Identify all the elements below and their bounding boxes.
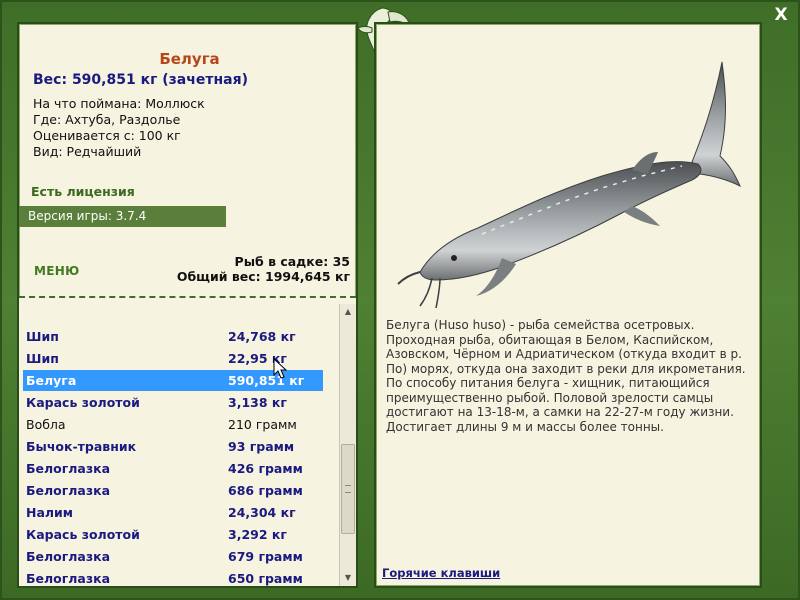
rarity-info: Вид: Редчайший bbox=[33, 144, 142, 159]
license-status: Есть лицензия bbox=[31, 184, 135, 199]
catch-list[interactable]: Шип 24,768 кг Шип 22,95 кг Белуга 590,851 кг К… bbox=[19, 298, 356, 586]
row-fish-name: Белуга bbox=[26, 373, 77, 388]
fish-weight: Вес: 590,851 кг (зачетная) bbox=[33, 72, 248, 88]
catch-list-row[interactable]: Бычок-травник 93 грамм bbox=[23, 436, 323, 457]
location-info: Где: Ахтуба, Раздолье bbox=[33, 112, 181, 127]
total-weight: Общий вес: 1994,645 кг bbox=[176, 269, 350, 284]
fish-name: Белуга bbox=[159, 50, 220, 68]
catch-list-row[interactable]: Белоглазка 686 грамм bbox=[23, 480, 323, 501]
row-fish-name: Шип bbox=[26, 351, 59, 366]
row-fish-name: Вобла bbox=[26, 417, 66, 432]
catch-stats: Рыб в садке: 35 Общий вес: 1994,645 кг bbox=[177, 254, 350, 284]
row-fish-weight: 3,292 кг bbox=[228, 527, 287, 542]
row-fish-name: Шип bbox=[26, 329, 59, 344]
fish-count: Рыб в садке: 35 bbox=[234, 254, 350, 269]
row-fish-name: Карась золотой bbox=[26, 527, 140, 542]
menu-button[interactable]: МЕНЮ bbox=[34, 264, 79, 278]
catch-list-row[interactable]: Белоглазка 426 грамм bbox=[23, 458, 323, 479]
beluga-fish-image bbox=[397, 61, 741, 309]
catch-list-row[interactable]: Налим 24,304 кг bbox=[23, 502, 323, 523]
hotkeys-link[interactable]: Горячие клавиши bbox=[382, 566, 500, 580]
scrollbar-thumb[interactable] bbox=[341, 444, 355, 534]
row-fish-name: Белоглазка bbox=[26, 549, 111, 564]
row-fish-weight: 24,768 кг bbox=[228, 329, 296, 344]
arrow-up-icon[interactable]: ▲ bbox=[340, 304, 356, 320]
row-fish-name: Белоглазка bbox=[26, 483, 111, 498]
scrollbar[interactable]: ▲ ▼ bbox=[339, 304, 356, 586]
catch-list-row[interactable]: Карась золотой 3,292 кг bbox=[23, 524, 323, 545]
row-fish-name: Карась золотой bbox=[26, 395, 140, 410]
fish-description: Белуга (Huso huso) - рыба семейства осет… bbox=[386, 318, 746, 434]
mouse-cursor-icon bbox=[273, 358, 287, 379]
row-fish-weight: 679 грамм bbox=[228, 549, 303, 564]
row-fish-name: Белоглазка bbox=[26, 461, 111, 476]
row-fish-weight: 3,138 кг bbox=[228, 395, 287, 410]
row-fish-weight: 686 грамм bbox=[228, 483, 303, 498]
arrow-down-icon[interactable]: ▼ bbox=[340, 570, 356, 586]
row-fish-name: Налим bbox=[26, 505, 74, 520]
grip-icon bbox=[345, 485, 351, 493]
bait-info: На что поймана: Моллюск bbox=[33, 96, 205, 111]
catch-list-row[interactable]: Карась золотой 3,138 кг bbox=[23, 392, 323, 413]
row-fish-weight: 426 грамм bbox=[228, 461, 303, 476]
close-icon[interactable]: X bbox=[772, 6, 790, 24]
row-fish-weight: 93 грамм bbox=[228, 439, 295, 454]
fish-info-panel: Белуга Вес: 590,851 кг (зачетная) На что… bbox=[17, 22, 358, 588]
row-fish-weight: 24,304 кг bbox=[228, 505, 296, 520]
catch-list-row[interactable]: Белоглазка 679 грамм bbox=[23, 546, 323, 567]
row-fish-weight: 650 грамм bbox=[228, 571, 303, 586]
row-fish-name: Бычок-травник bbox=[26, 439, 137, 454]
version-bar: Версия игры: 3.7.4 bbox=[19, 206, 226, 227]
catch-list-row[interactable]: Вобла 210 грамм bbox=[23, 414, 323, 435]
row-fish-name: Белоглазка bbox=[26, 571, 111, 586]
row-fish-weight: 590,851 кг bbox=[228, 373, 305, 388]
score-info: Оценивается с: 100 кг bbox=[33, 128, 181, 143]
catch-list-row[interactable]: Белоглазка 650 грамм bbox=[23, 568, 323, 586]
row-fish-weight: 210 грамм bbox=[228, 417, 297, 432]
catch-list-row[interactable]: Шип 24,768 кг bbox=[23, 326, 323, 347]
fish-detail-panel: Белуга (Huso huso) - рыба семейства осет… bbox=[374, 22, 762, 588]
